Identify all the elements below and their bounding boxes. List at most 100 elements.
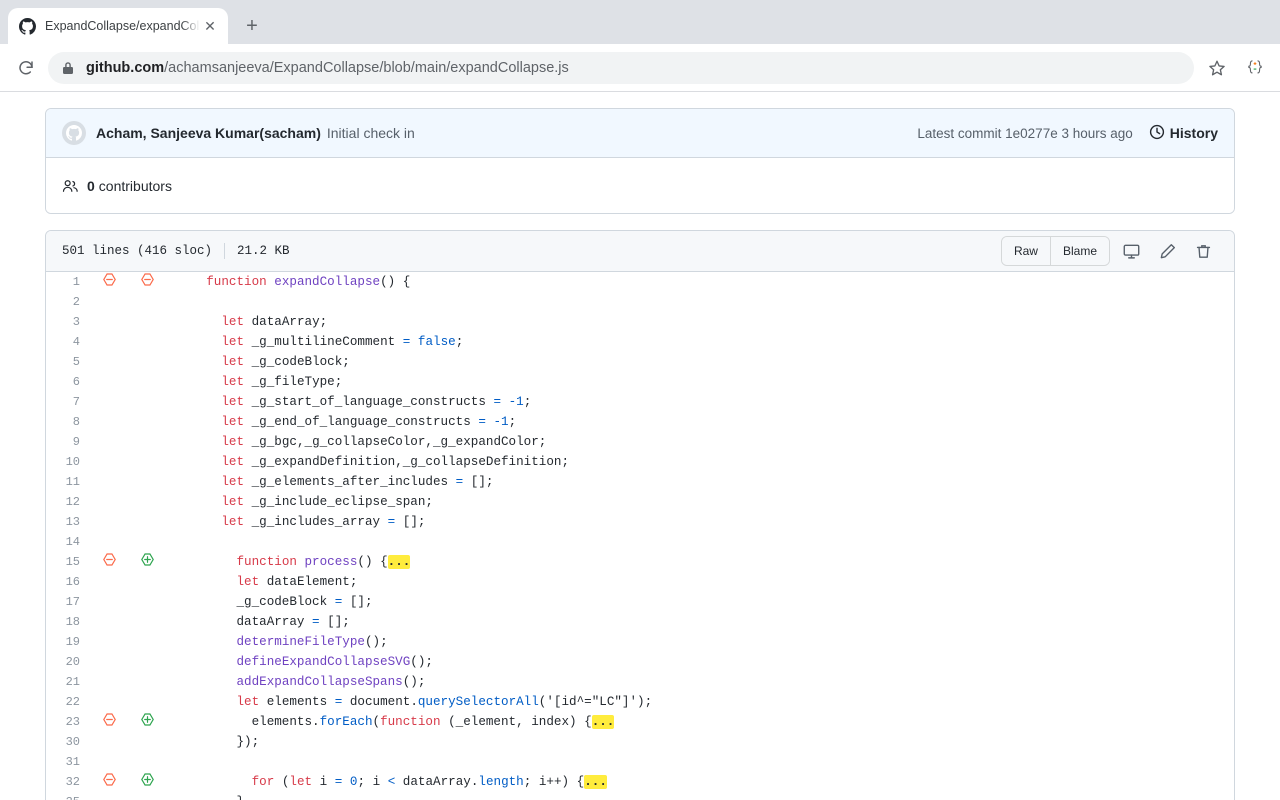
fold-gutter-empty bbox=[128, 292, 166, 312]
line-number[interactable]: 16 bbox=[46, 572, 90, 592]
expand-toggle[interactable] bbox=[128, 712, 166, 732]
collapse-minus-hex-icon bbox=[102, 773, 116, 786]
code-line-row: 30 }); bbox=[46, 732, 1234, 752]
line-number[interactable]: 13 bbox=[46, 512, 90, 532]
new-tab-button[interactable]: + bbox=[238, 12, 266, 40]
browser-window: ExpandCollapse/expandCollaps ✕ + github.… bbox=[0, 0, 1280, 800]
code-line-content: addExpandCollapseSpans(); bbox=[236, 675, 426, 689]
divider bbox=[224, 243, 226, 259]
line-number[interactable]: 1 bbox=[46, 272, 90, 292]
collapse-toggle[interactable] bbox=[90, 712, 128, 732]
code-line-content: let _g_include_eclipse_span; bbox=[221, 495, 433, 509]
collapse-toggle[interactable] bbox=[90, 772, 128, 792]
fold-gutter-empty bbox=[90, 572, 128, 592]
github-icon bbox=[19, 17, 36, 35]
line-number[interactable]: 31 bbox=[46, 752, 90, 772]
code-line-row: 7 let _g_start_of_language_constructs = … bbox=[46, 392, 1234, 412]
code-line-row: 18 dataArray = []; bbox=[46, 612, 1234, 632]
code-line-content: let _g_expandDefinition,_g_collapseDefin… bbox=[221, 455, 570, 469]
code-line-content: let dataElement; bbox=[236, 575, 358, 589]
fold-gutter-empty bbox=[128, 732, 166, 752]
collapse-toggle[interactable] bbox=[90, 552, 128, 572]
line-number[interactable]: 23 bbox=[46, 712, 90, 732]
line-number[interactable]: 35 bbox=[46, 792, 90, 800]
line-number[interactable]: 15 bbox=[46, 552, 90, 572]
fold-gutter-empty bbox=[90, 612, 128, 632]
contributors-count: 0 bbox=[87, 177, 95, 194]
line-number[interactable]: 11 bbox=[46, 472, 90, 492]
file-actions: Raw Blame bbox=[1000, 236, 1218, 266]
collapsed-ellipsis[interactable]: ... bbox=[591, 715, 615, 729]
collapse-toggle[interactable] bbox=[128, 272, 166, 292]
line-number[interactable]: 17 bbox=[46, 592, 90, 612]
address-bar[interactable]: github.com/achamsanjeeva/ExpandCollapse/… bbox=[48, 51, 1194, 84]
code-line-row: 19 determineFileType(); bbox=[46, 632, 1234, 652]
line-number[interactable]: 9 bbox=[46, 432, 90, 452]
line-number[interactable]: 5 bbox=[46, 352, 90, 372]
fold-gutter-empty bbox=[90, 752, 128, 772]
code-line-row: 31 bbox=[46, 752, 1234, 772]
expand-collapse-extension-icon[interactable] bbox=[1240, 53, 1270, 83]
commit-message[interactable]: Initial check in bbox=[327, 125, 415, 141]
tab-title: ExpandCollapse/expandCollaps bbox=[45, 19, 200, 33]
line-number[interactable]: 18 bbox=[46, 612, 90, 632]
commit-row: Acham, Sanjeeva Kumar(sacham) Initial ch… bbox=[46, 109, 1234, 158]
fold-gutter-empty bbox=[90, 672, 128, 692]
fold-gutter-empty bbox=[90, 412, 128, 432]
line-number[interactable]: 3 bbox=[46, 312, 90, 332]
line-number[interactable]: 4 bbox=[46, 332, 90, 352]
fold-gutter-empty bbox=[128, 332, 166, 352]
line-number[interactable]: 21 bbox=[46, 672, 90, 692]
contributors-row[interactable]: 0 contributors bbox=[46, 158, 1234, 213]
commit-right-group: Latest commit 1e0277e 3 hours ago Histor… bbox=[917, 124, 1218, 143]
code-line-row: 9 let _g_bgc,_g_collapseColor,_g_expandC… bbox=[46, 432, 1234, 452]
pencil-edit-icon[interactable] bbox=[1152, 237, 1182, 265]
code-line-row: 5 let _g_codeBlock; bbox=[46, 352, 1234, 372]
fold-gutter-empty bbox=[90, 652, 128, 672]
expand-toggle[interactable] bbox=[128, 772, 166, 792]
code-line-row: 3 let dataArray; bbox=[46, 312, 1234, 332]
browser-tab[interactable]: ExpandCollapse/expandCollaps ✕ bbox=[8, 8, 228, 44]
line-number[interactable]: 2 bbox=[46, 292, 90, 312]
fold-gutter-empty bbox=[128, 672, 166, 692]
expand-toggle[interactable] bbox=[128, 552, 166, 572]
trash-delete-icon[interactable] bbox=[1188, 237, 1218, 265]
fold-gutter-empty bbox=[128, 752, 166, 772]
collapsed-ellipsis[interactable]: ... bbox=[584, 775, 607, 789]
line-number[interactable]: 7 bbox=[46, 392, 90, 412]
line-number[interactable]: 10 bbox=[46, 452, 90, 472]
blame-button[interactable]: Blame bbox=[1050, 237, 1109, 265]
fold-gutter-empty bbox=[128, 632, 166, 652]
desktop-download-icon[interactable] bbox=[1116, 237, 1146, 265]
line-number[interactable]: 22 bbox=[46, 692, 90, 712]
tab-strip: ExpandCollapse/expandCollaps ✕ + bbox=[0, 0, 1280, 44]
raw-button[interactable]: Raw bbox=[1001, 237, 1051, 265]
collapse-toggle[interactable] bbox=[90, 272, 128, 292]
line-number[interactable]: 19 bbox=[46, 632, 90, 652]
code-line-row: 1 function expandCollapse() { bbox=[46, 272, 1234, 292]
fold-gutter-empty bbox=[90, 632, 128, 652]
close-icon[interactable]: ✕ bbox=[200, 16, 220, 36]
fold-gutter-empty bbox=[90, 292, 128, 312]
line-number[interactable]: 6 bbox=[46, 372, 90, 392]
line-number[interactable]: 32 bbox=[46, 772, 90, 792]
fold-gutter-empty bbox=[90, 692, 128, 712]
fold-gutter-empty bbox=[128, 532, 166, 552]
line-number[interactable]: 30 bbox=[46, 732, 90, 752]
line-number[interactable]: 8 bbox=[46, 412, 90, 432]
line-number[interactable]: 14 bbox=[46, 532, 90, 552]
star-icon[interactable] bbox=[1202, 53, 1232, 83]
code-line-content: for (let i = 0; i < dataArray.length; i+… bbox=[251, 775, 607, 789]
code-line-content bbox=[166, 532, 1234, 552]
line-number[interactable]: 12 bbox=[46, 492, 90, 512]
fold-gutter-empty bbox=[90, 472, 128, 492]
collapsed-ellipsis[interactable]: ... bbox=[387, 555, 411, 569]
reload-icon[interactable] bbox=[10, 52, 42, 84]
commit-author[interactable]: Acham, Sanjeeva Kumar(sacham) bbox=[96, 125, 321, 141]
browser-toolbar: github.com/achamsanjeeva/ExpandCollapse/… bbox=[0, 44, 1280, 92]
collapse-minus-hex-icon bbox=[140, 273, 154, 286]
line-number[interactable]: 20 bbox=[46, 652, 90, 672]
fold-gutter-empty bbox=[90, 372, 128, 392]
history-link[interactable]: History bbox=[1149, 124, 1218, 143]
code-line-content: function expandCollapse() { bbox=[206, 275, 411, 289]
